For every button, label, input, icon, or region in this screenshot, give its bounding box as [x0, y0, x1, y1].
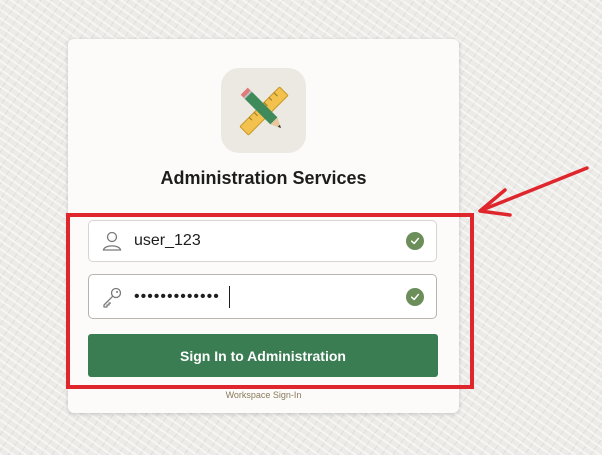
- login-card: Administration Services Sign In to Admin…: [68, 39, 459, 413]
- user-icon: [102, 231, 122, 251]
- page-title: Administration Services: [160, 168, 367, 188]
- app-icon: [221, 68, 306, 153]
- password-field[interactable]: [88, 274, 437, 319]
- pencil-ruler-icon: [239, 86, 288, 135]
- check-icon: [406, 287, 424, 306]
- password-input[interactable]: [134, 275, 394, 318]
- username-field[interactable]: [88, 220, 437, 262]
- username-input[interactable]: [134, 221, 394, 261]
- sign-in-button[interactable]: Sign In to Administration: [88, 334, 438, 377]
- annotation-arrow-icon: [478, 166, 589, 217]
- workspace-sign-in-link[interactable]: Workspace Sign-In: [68, 390, 459, 400]
- text-caret: [229, 286, 230, 308]
- check-icon: [406, 232, 424, 250]
- key-icon: [103, 287, 122, 308]
